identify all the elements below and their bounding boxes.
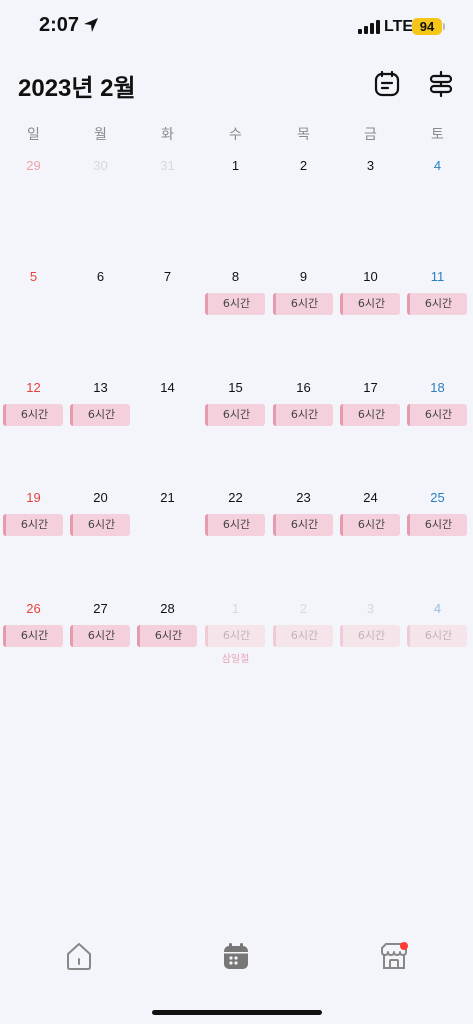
day-number[interactable]: 11 bbox=[404, 269, 471, 284]
memo-icon bbox=[374, 70, 400, 97]
schedule-chip[interactable]: 6시간 bbox=[3, 514, 63, 536]
settings-button[interactable] bbox=[427, 70, 455, 98]
network-type: LTE bbox=[384, 18, 414, 35]
battery-icon: 94 bbox=[412, 18, 442, 35]
day-number[interactable]: 31 bbox=[134, 158, 201, 173]
day-number[interactable]: 13 bbox=[67, 380, 134, 395]
weekday-header: 일 월 화 수 목 금 토 bbox=[0, 124, 473, 146]
page-title[interactable]: 2023년 2월 bbox=[18, 68, 136, 103]
schedule-chip[interactable]: 6시간 bbox=[70, 625, 130, 647]
schedule-chip[interactable]: 6시간 bbox=[70, 514, 130, 536]
schedule-chip[interactable]: 6시간 bbox=[137, 625, 197, 647]
location-arrow-icon bbox=[84, 18, 98, 32]
day-number[interactable]: 3 bbox=[337, 601, 404, 616]
schedule-chip[interactable]: 6시간 bbox=[205, 514, 265, 536]
status-bar: 2:07 LTE 94 bbox=[0, 0, 473, 54]
day-number[interactable]: 28 bbox=[134, 601, 201, 616]
calendar-icon bbox=[224, 943, 248, 969]
day-number[interactable]: 19 bbox=[0, 490, 67, 505]
memo-button[interactable] bbox=[373, 70, 401, 98]
status-time: 2:07 bbox=[39, 14, 80, 36]
day-number[interactable]: 21 bbox=[134, 490, 201, 505]
home-icon bbox=[67, 943, 91, 970]
schedule-chip[interactable]: 6시간 bbox=[205, 404, 265, 426]
holiday-label: 삼일절 bbox=[221, 654, 250, 665]
day-number[interactable]: 3 bbox=[337, 158, 404, 173]
schedule-chip[interactable]: 6시간 bbox=[70, 404, 130, 426]
day-number[interactable]: 27 bbox=[67, 601, 134, 616]
schedule-chip[interactable]: 6시간 bbox=[273, 514, 333, 536]
day-number[interactable]: 17 bbox=[337, 380, 404, 395]
day-number[interactable]: 26 bbox=[0, 601, 67, 616]
weekday-mon: 월 bbox=[94, 127, 107, 143]
day-number[interactable]: 1 bbox=[202, 158, 269, 173]
schedule-chip[interactable]: 6시간 bbox=[407, 404, 467, 426]
weekday-wed: 수 bbox=[229, 127, 242, 143]
signal-icon bbox=[358, 20, 380, 34]
day-number[interactable]: 23 bbox=[270, 490, 337, 505]
day-number[interactable]: 22 bbox=[202, 490, 269, 505]
tab-bar bbox=[0, 940, 473, 980]
weekday-sat: 토 bbox=[431, 127, 444, 143]
weekday-thu: 목 bbox=[297, 127, 310, 143]
schedule-chip[interactable]: 6시간 bbox=[340, 404, 400, 426]
schedule-chip[interactable]: 6시간 bbox=[3, 625, 63, 647]
schedule-chip[interactable]: 6시간 bbox=[273, 404, 333, 426]
day-number[interactable]: 25 bbox=[404, 490, 471, 505]
schedule-chip[interactable]: 6시간 bbox=[340, 625, 400, 647]
weekday-fri: 금 bbox=[364, 127, 377, 143]
day-number[interactable]: 10 bbox=[337, 269, 404, 284]
battery-tip bbox=[443, 23, 445, 30]
day-number[interactable]: 6 bbox=[67, 269, 134, 284]
schedule-chip[interactable]: 6시간 bbox=[340, 514, 400, 536]
schedule-chip[interactable]: 6시간 bbox=[273, 625, 333, 647]
day-number[interactable]: 12 bbox=[0, 380, 67, 395]
day-number[interactable]: 9 bbox=[270, 269, 337, 284]
tab-home[interactable] bbox=[63, 940, 95, 972]
schedule-chip[interactable]: 6시간 bbox=[205, 293, 265, 315]
day-number[interactable]: 7 bbox=[134, 269, 201, 284]
schedule-chip[interactable]: 6시간 bbox=[407, 293, 467, 315]
day-number[interactable]: 18 bbox=[404, 380, 471, 395]
day-number[interactable]: 15 bbox=[202, 380, 269, 395]
day-number[interactable]: 1 bbox=[202, 601, 269, 616]
schedule-chip[interactable]: 6시간 bbox=[3, 404, 63, 426]
day-number[interactable]: 29 bbox=[0, 158, 67, 173]
align-settings-icon bbox=[429, 70, 453, 98]
day-number[interactable]: 30 bbox=[67, 158, 134, 173]
day-number[interactable]: 14 bbox=[134, 380, 201, 395]
weekday-tue: 화 bbox=[161, 127, 174, 143]
day-number[interactable]: 4 bbox=[404, 601, 471, 616]
day-number[interactable]: 5 bbox=[0, 269, 67, 284]
day-number[interactable]: 24 bbox=[337, 490, 404, 505]
tab-store[interactable] bbox=[378, 940, 410, 972]
day-number[interactable]: 2 bbox=[270, 158, 337, 173]
home-indicator[interactable] bbox=[152, 1010, 322, 1015]
schedule-chip[interactable]: 6시간 bbox=[340, 293, 400, 315]
schedule-chip[interactable]: 6시간 bbox=[407, 625, 467, 647]
tab-calendar[interactable] bbox=[220, 940, 252, 972]
schedule-chip[interactable]: 6시간 bbox=[273, 293, 333, 315]
day-number[interactable]: 16 bbox=[270, 380, 337, 395]
schedule-chip[interactable]: 6시간 bbox=[205, 625, 265, 647]
day-number[interactable]: 2 bbox=[270, 601, 337, 616]
notification-badge bbox=[400, 942, 408, 950]
day-number[interactable]: 4 bbox=[404, 158, 471, 173]
weekday-sun: 일 bbox=[27, 127, 40, 143]
day-number[interactable]: 20 bbox=[67, 490, 134, 505]
day-number[interactable]: 8 bbox=[202, 269, 269, 284]
schedule-chip[interactable]: 6시간 bbox=[407, 514, 467, 536]
